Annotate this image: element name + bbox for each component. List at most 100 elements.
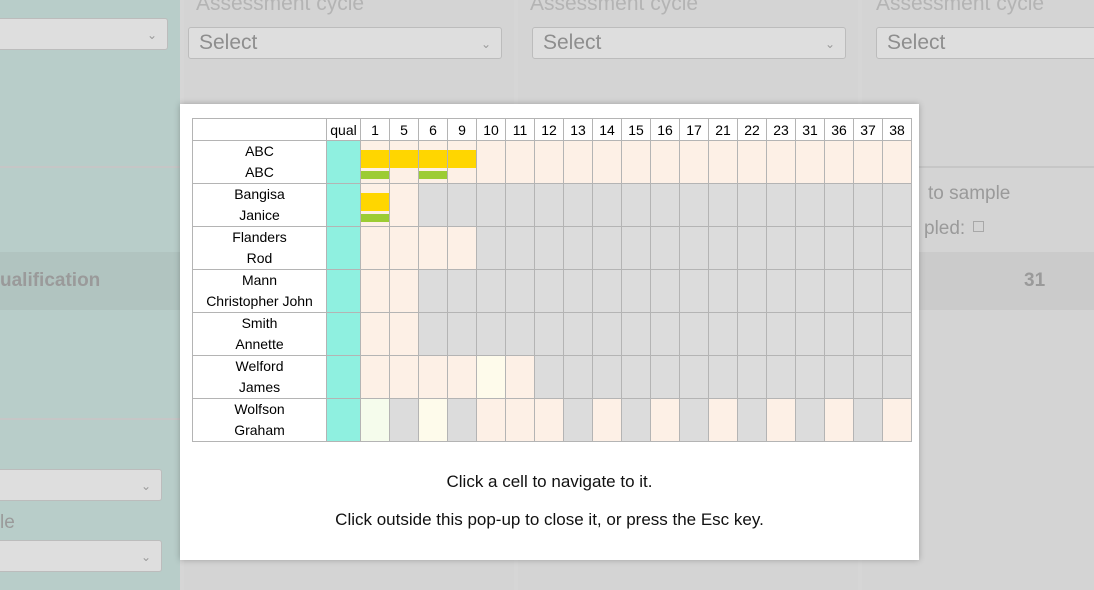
unit-cell[interactable] <box>476 312 506 356</box>
unit-cell[interactable] <box>766 140 796 184</box>
unit-cell[interactable] <box>708 355 738 399</box>
unit-cell[interactable] <box>650 355 680 399</box>
unit-cell[interactable] <box>534 312 564 356</box>
unit-cell[interactable] <box>824 183 854 227</box>
unit-cell[interactable] <box>882 269 912 313</box>
unit-cell[interactable] <box>882 140 912 184</box>
unit-cell[interactable] <box>621 312 651 356</box>
unit-cell[interactable] <box>447 312 477 356</box>
unit-cell[interactable] <box>737 140 767 184</box>
unit-cell[interactable] <box>389 355 419 399</box>
unit-cell[interactable] <box>389 183 419 227</box>
unit-cell[interactable] <box>534 226 564 270</box>
unit-cell[interactable] <box>476 183 506 227</box>
qual-cell[interactable] <box>326 312 361 356</box>
unit-cell[interactable] <box>795 398 825 442</box>
unit-cell[interactable] <box>795 183 825 227</box>
unit-cell[interactable] <box>679 183 709 227</box>
unit-cell[interactable] <box>360 140 390 184</box>
unit-cell[interactable] <box>853 269 883 313</box>
unit-cell[interactable] <box>418 355 448 399</box>
unit-cell[interactable] <box>563 269 593 313</box>
unit-cell[interactable] <box>621 269 651 313</box>
unit-cell[interactable] <box>737 312 767 356</box>
qual-cell[interactable] <box>326 355 361 399</box>
unit-cell[interactable] <box>882 183 912 227</box>
unit-cell[interactable] <box>766 312 796 356</box>
unit-cell[interactable] <box>360 312 390 356</box>
unit-cell[interactable] <box>447 140 477 184</box>
unit-cell[interactable] <box>360 183 390 227</box>
unit-cell[interactable] <box>708 398 738 442</box>
unit-cell[interactable] <box>476 140 506 184</box>
unit-cell[interactable] <box>447 269 477 313</box>
unit-cell[interactable] <box>882 355 912 399</box>
cycle-select[interactable]: Select ⌄ <box>188 27 502 59</box>
unit-cell[interactable] <box>766 269 796 313</box>
unit-cell[interactable] <box>476 355 506 399</box>
unit-cell[interactable] <box>650 226 680 270</box>
unit-cell[interactable] <box>563 355 593 399</box>
unit-cell[interactable] <box>476 398 506 442</box>
unit-cell[interactable] <box>592 398 622 442</box>
unit-cell[interactable] <box>534 140 564 184</box>
unit-cell[interactable] <box>824 398 854 442</box>
unit-cell[interactable] <box>650 312 680 356</box>
unit-cell[interactable] <box>737 355 767 399</box>
qual-cell[interactable] <box>326 226 361 270</box>
unit-cell[interactable] <box>505 312 535 356</box>
unit-cell[interactable] <box>621 226 651 270</box>
unit-cell[interactable] <box>824 226 854 270</box>
unit-cell[interactable] <box>592 140 622 184</box>
qual-cell[interactable] <box>326 140 361 184</box>
unit-cell[interactable] <box>534 183 564 227</box>
unit-cell[interactable] <box>534 355 564 399</box>
unit-cell[interactable] <box>592 312 622 356</box>
unit-cell[interactable] <box>418 312 448 356</box>
unit-cell[interactable] <box>708 269 738 313</box>
unit-cell[interactable] <box>795 140 825 184</box>
unit-cell[interactable] <box>882 226 912 270</box>
unit-cell[interactable] <box>795 226 825 270</box>
unit-cell[interactable] <box>389 269 419 313</box>
unit-cell[interactable] <box>447 398 477 442</box>
unit-cell[interactable] <box>563 398 593 442</box>
unit-cell[interactable] <box>737 226 767 270</box>
unit-cell[interactable] <box>853 183 883 227</box>
unit-cell[interactable] <box>679 355 709 399</box>
unit-cell[interactable] <box>853 140 883 184</box>
unit-cell[interactable] <box>766 226 796 270</box>
unit-cell[interactable] <box>766 398 796 442</box>
unit-cell[interactable] <box>563 140 593 184</box>
unit-cell[interactable] <box>853 355 883 399</box>
unit-cell[interactable] <box>650 183 680 227</box>
unit-cell[interactable] <box>650 398 680 442</box>
unit-cell[interactable] <box>592 269 622 313</box>
unit-cell[interactable] <box>679 269 709 313</box>
unit-cell[interactable] <box>505 140 535 184</box>
unit-cell[interactable] <box>795 355 825 399</box>
unit-cell[interactable] <box>505 183 535 227</box>
unit-cell[interactable] <box>592 226 622 270</box>
unit-cell[interactable] <box>360 269 390 313</box>
unit-cell[interactable] <box>824 312 854 356</box>
unit-cell[interactable] <box>853 398 883 442</box>
unit-cell[interactable] <box>650 269 680 313</box>
unit-cell[interactable] <box>824 269 854 313</box>
unit-cell[interactable] <box>563 183 593 227</box>
unit-cell[interactable] <box>505 269 535 313</box>
unit-cell[interactable] <box>418 140 448 184</box>
unit-cell[interactable] <box>882 398 912 442</box>
qual-cell[interactable] <box>326 398 361 442</box>
unit-cell[interactable] <box>795 269 825 313</box>
unit-cell[interactable] <box>737 398 767 442</box>
unit-cell[interactable] <box>708 226 738 270</box>
unit-cell[interactable] <box>853 226 883 270</box>
unit-cell[interactable] <box>505 226 535 270</box>
unit-cell[interactable] <box>418 398 448 442</box>
unit-cell[interactable] <box>824 140 854 184</box>
unit-cell[interactable] <box>447 226 477 270</box>
unit-cell[interactable] <box>679 226 709 270</box>
unit-cell[interactable] <box>708 183 738 227</box>
unit-cell[interactable] <box>447 355 477 399</box>
